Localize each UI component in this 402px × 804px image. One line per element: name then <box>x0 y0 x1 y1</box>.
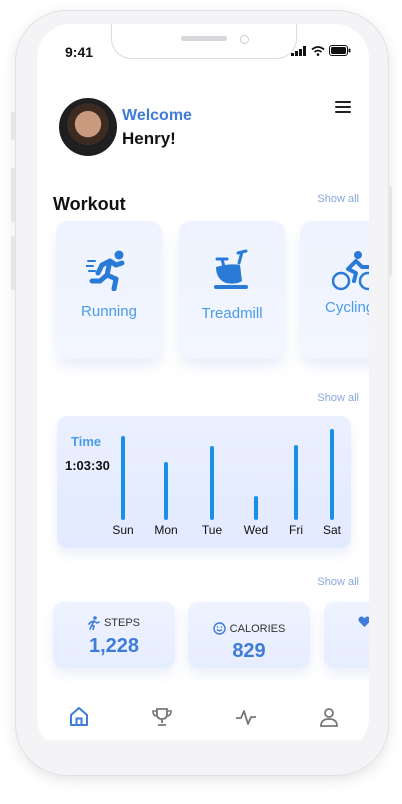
home-indicator-area <box>37 740 369 752</box>
app-screen: 9:41 Welcome Henry! Workout Show all Run… <box>37 24 369 752</box>
phone-side-button <box>388 186 392 276</box>
activity-icon <box>236 710 256 725</box>
stat-label: STEPS <box>103 617 141 629</box>
chart-tick-label: Sun <box>112 523 134 537</box>
status-time: 9:41 <box>65 44 94 60</box>
activity-show-all-link[interactable]: Show all <box>317 392 359 404</box>
chart-bar-sun <box>121 435 125 520</box>
chart-value: 1:03:30 <box>65 458 110 473</box>
wifi-icon <box>311 45 325 56</box>
stat-label: CALORIES <box>229 622 286 635</box>
stat-card-calories[interactable]: CALORIES 829 <box>188 602 310 668</box>
chart-bar-mon <box>164 462 168 520</box>
stats-show-all-link[interactable]: Show all <box>317 576 359 588</box>
chart-bar-sat <box>330 428 334 520</box>
workout-card-label: Cycling <box>325 299 369 316</box>
exercise-bike-icon <box>214 249 248 289</box>
workout-card-label: Running <box>81 303 137 320</box>
camera <box>240 35 249 44</box>
phone-side-button <box>11 168 15 222</box>
menu-icon[interactable] <box>335 98 351 116</box>
nav-activity[interactable] <box>233 704 259 730</box>
notch <box>111 24 297 59</box>
home-icon <box>70 707 88 726</box>
bottom-nav <box>37 696 369 736</box>
workout-card-cycling[interactable]: Cycling <box>300 221 369 359</box>
profile-icon <box>320 708 338 727</box>
chart-tick-label: Tue <box>201 523 223 537</box>
stat-card-steps[interactable]: STEPS 1,228 <box>53 602 175 668</box>
speaker <box>181 36 227 41</box>
chart-bar-fri <box>294 445 298 520</box>
stat-value: 829 <box>232 640 266 662</box>
user-name: Henry! <box>122 129 176 148</box>
chart-title: Time <box>71 434 102 449</box>
phone-side-button <box>11 112 15 140</box>
battery-icon <box>329 45 351 56</box>
activity-chart: Time 1:03:30 Sun Mon Tue Wed Fri Sat <box>57 416 351 548</box>
chart-bar-tue <box>210 446 214 520</box>
trophy-icon <box>152 708 172 726</box>
chart-bar-wed <box>254 496 258 520</box>
workout-card-label: Treadmill <box>201 305 263 322</box>
chart-tick-label: Mon <box>154 523 178 537</box>
stat-card-heart-rate[interactable] <box>324 602 369 668</box>
chart-tick-label: Wed <box>243 523 269 537</box>
avatar[interactable] <box>59 98 117 156</box>
stat-value: 1,228 <box>88 635 140 657</box>
nav-profile[interactable] <box>316 704 342 730</box>
heart-icon <box>358 616 369 627</box>
status-icons <box>291 45 351 56</box>
workout-show-all-link[interactable]: Show all <box>317 193 359 205</box>
workout-title: Workout <box>53 194 126 214</box>
chart-tick-label: Fri <box>289 523 303 537</box>
smiley-icon <box>212 622 226 635</box>
phone-side-button <box>11 236 15 290</box>
nav-trophy[interactable] <box>149 704 175 730</box>
workout-card-treadmill[interactable]: Treadmill <box>179 221 285 359</box>
chart-tick-label: Sat <box>322 523 342 537</box>
nav-home[interactable] <box>66 704 92 730</box>
cycling-icon <box>332 251 369 291</box>
running-icon <box>86 250 125 291</box>
walking-icon <box>88 616 100 630</box>
welcome-text: Welcome <box>122 107 192 124</box>
signal-icon <box>291 45 306 56</box>
workout-card-running[interactable]: Running <box>56 221 162 359</box>
